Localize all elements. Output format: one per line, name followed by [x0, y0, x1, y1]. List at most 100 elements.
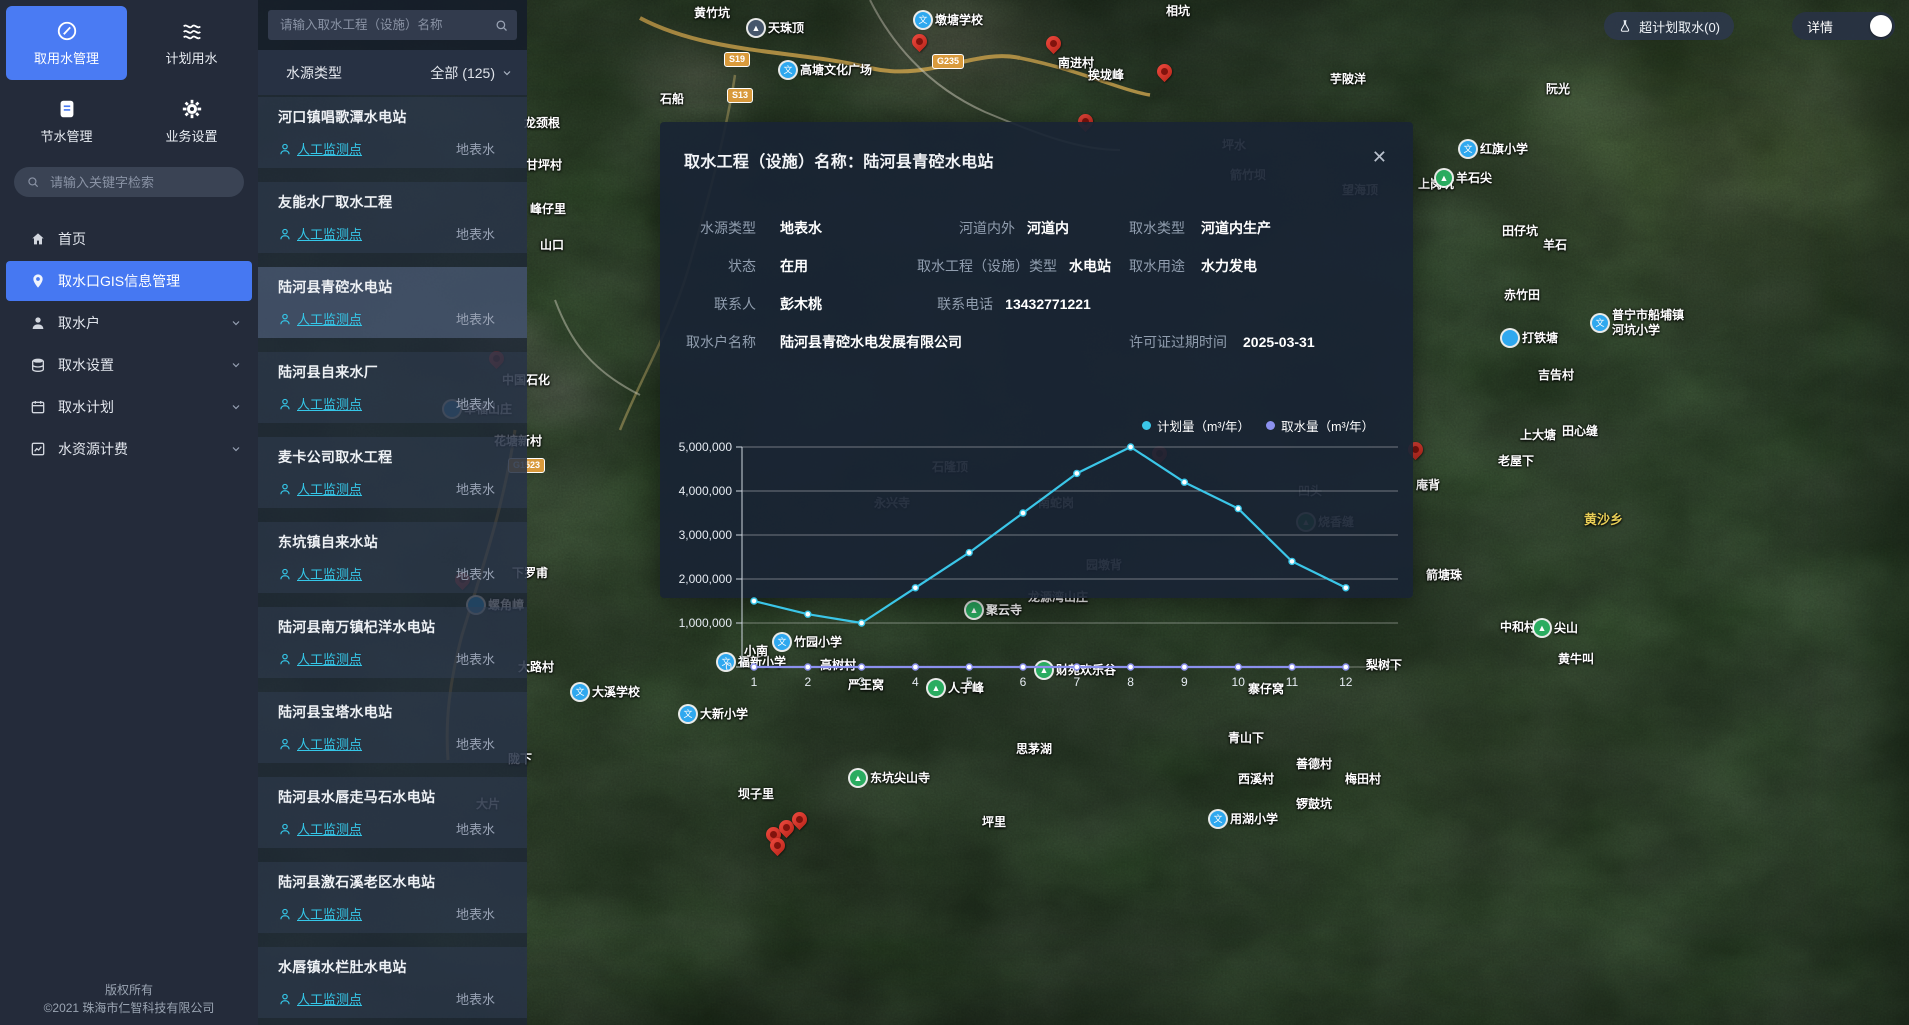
station-list-item[interactable]: 陆河县激石溪老区水电站人工监测点 地表水 [258, 862, 527, 933]
field-value: 彭木桃 [780, 293, 822, 315]
monitor-point-link[interactable]: 人工监测点 [278, 734, 362, 753]
map-place-label: 坝子里 [738, 787, 774, 802]
map-place-label: 善德村 [1296, 757, 1332, 772]
poi-marker-icon: ▲ [1436, 170, 1452, 186]
water-source-type: 地表水 [456, 904, 527, 923]
app-module-item[interactable]: 节水管理 [6, 84, 127, 158]
station-list-item[interactable]: 陆河县水唇走马石水电站人工监测点地表水 [258, 777, 527, 848]
map-place-label-text: 墩塘学校 [935, 13, 983, 28]
filter-dropdown[interactable]: 全部 (125) [430, 63, 513, 83]
module-label: 取用水管理 [34, 48, 99, 67]
legend-dot [1266, 421, 1275, 430]
toggle-knob[interactable] [1870, 15, 1892, 37]
map-place-label: 文用湖小学 [1210, 811, 1278, 827]
station-search-box[interactable] [268, 10, 517, 40]
monitor-point-link[interactable]: 人工监测点 [278, 139, 362, 158]
sidebar-item-取水计划[interactable]: 取水计划 [6, 387, 252, 427]
map-place-label: 思茅湖 [1016, 742, 1052, 757]
school-marker-icon: 文 [1592, 315, 1608, 331]
monitor-point-link[interactable]: 人工监测点 [278, 224, 362, 243]
person-icon [278, 482, 292, 496]
monitor-point-link[interactable]: 人工监测点 [278, 479, 362, 498]
legend-item[interactable]: 取水量（m³/年） [1266, 416, 1374, 435]
app-module-active[interactable]: 取用水管理 [6, 6, 127, 80]
monitor-point-link[interactable]: 人工监测点 [278, 309, 362, 328]
station-list-item[interactable]: 河口镇唱歌潭水电站人工监测点地表水 [258, 97, 527, 168]
sidebar-item-水资源计费[interactable]: 水资源计费 [6, 429, 252, 469]
search-icon[interactable] [494, 18, 509, 33]
svg-text:1,000,000: 1,000,000 [679, 616, 733, 630]
pin-icon [30, 273, 46, 289]
station-list-item[interactable]: 友能水厂取水工程人工监测点 地表水 [258, 182, 527, 253]
station-list-item[interactable]: 陆河县南万镇杞洋水电站人工监测点地表水 [258, 607, 527, 678]
station-list-item[interactable]: 麦卡公司取水工程人工监测点地表水 [258, 437, 527, 508]
station-name: 陆河县宝塔水电站 [278, 702, 527, 722]
app-module-grid: 取用水管理 计划用水节水管理业务设置 [0, 0, 258, 164]
station-list-item[interactable]: 水唇镇水栏肚水电站人工监测点地表水 [258, 947, 527, 1018]
water-source-type: 地表水 [456, 224, 527, 243]
map-place-label-text: 峰仔里 [530, 202, 566, 217]
map-place-label: 文普宁市船埔镇河坑小学 [1592, 308, 1684, 338]
monitor-point-link[interactable]: 人工监测点 [278, 564, 362, 583]
svg-text:5: 5 [966, 675, 973, 689]
sidebar-search-box[interactable] [14, 167, 244, 197]
map-place-label: ▲天珠顶 [748, 20, 804, 36]
chevron-down-icon [501, 67, 513, 79]
map-place-label-text: 天珠顶 [768, 21, 804, 36]
water-source-type: 地表水 [456, 564, 527, 583]
sidebar-item-取水口GIS信息管理[interactable]: 取水口GIS信息管理 [6, 261, 252, 301]
map-place-label: 梅田村 [1345, 772, 1381, 787]
detail-field: 取水户名称陆河县青硿水电发展有限公司 [684, 331, 1129, 353]
map-place-label: 文大新小学 [680, 706, 748, 722]
sidebar-item-首页[interactable]: 首页 [6, 219, 252, 259]
station-name: 陆河县激石溪老区水电站 [278, 872, 527, 892]
station-list-item[interactable]: 陆河县青硿水电站人工监测点地表水 [258, 267, 527, 338]
station-search-input[interactable] [278, 17, 488, 33]
app-module-item[interactable]: 计划用水 [131, 6, 252, 80]
svg-text:1: 1 [751, 675, 758, 689]
sidebar-item-取水设置[interactable]: 取水设置 [6, 345, 252, 385]
water-source-type: 地表水 [456, 479, 527, 498]
field-value: 在用 [780, 255, 808, 277]
svg-text:7: 7 [1073, 675, 1080, 689]
map-place-label: 甘坪村 [526, 158, 562, 173]
map-place-label-text: 东坑尖山寺 [870, 771, 930, 786]
sidebar-item-label: 首页 [58, 229, 86, 249]
poi-marker-icon: ▲ [1534, 620, 1550, 636]
poi-marker-icon: ▲ [850, 770, 866, 786]
monitor-point-link[interactable]: 人工监测点 [278, 989, 362, 1008]
station-name: 友能水厂取水工程 [278, 192, 527, 212]
water-source-type: 地表水 [456, 734, 527, 753]
monitor-point-link[interactable]: 人工监测点 [278, 904, 362, 923]
filter-label: 水源类型 [286, 63, 342, 83]
monitor-point-link[interactable]: 人工监测点 [278, 394, 362, 413]
over-plan-intake-label: 超计划取水(0) [1639, 17, 1720, 36]
person-icon [278, 737, 292, 751]
modal-title: 取水工程（设施）名称：陆河县青硿水电站 [684, 148, 994, 172]
document-icon [56, 98, 78, 120]
sidebar-item-label: 取水计划 [58, 397, 114, 417]
map-place-label-text: 羊石 [1543, 238, 1567, 253]
map-place-label: 挨垅峰 [1088, 68, 1124, 83]
map-place-label: 中和村 [1500, 620, 1536, 635]
sidebar-item-取水户[interactable]: 取水户 [6, 303, 252, 343]
monitor-point-link[interactable]: 人工监测点 [278, 819, 362, 838]
station-list-item[interactable]: 陆河县自来水厂人工监测点地表水 [258, 352, 527, 423]
over-plan-intake-button[interactable]: 超计划取水(0) [1604, 12, 1734, 40]
station-list-item[interactable]: 东坑镇自来水站人工监测点地表水 [258, 522, 527, 593]
map-place-label-text: 大新小学 [700, 707, 748, 722]
map-place-label: 文墩塘学校 [915, 12, 983, 28]
water-source-type: 地表水 [456, 819, 527, 838]
chart-icon [30, 441, 46, 457]
map-place-label: 箭塘珠 [1426, 568, 1462, 583]
legend-item[interactable]: 计划量（m³/年） [1142, 416, 1250, 435]
app-module-item[interactable]: 业务设置 [131, 84, 252, 158]
station-list-item[interactable]: 陆河县宝塔水电站人工监测点 地表水 [258, 692, 527, 763]
station-name: 陆河县南万镇杞洋水电站 [278, 617, 527, 637]
details-toggle[interactable]: 详情 [1792, 12, 1895, 40]
map-place-label-text: 阮光 [1546, 82, 1570, 97]
close-icon[interactable]: ✕ [1370, 148, 1389, 166]
monitor-point-link[interactable]: 人工监测点 [278, 649, 362, 668]
sidebar-search-input[interactable] [48, 174, 232, 191]
field-label: 取水工程（设施）类型 [917, 255, 1057, 277]
